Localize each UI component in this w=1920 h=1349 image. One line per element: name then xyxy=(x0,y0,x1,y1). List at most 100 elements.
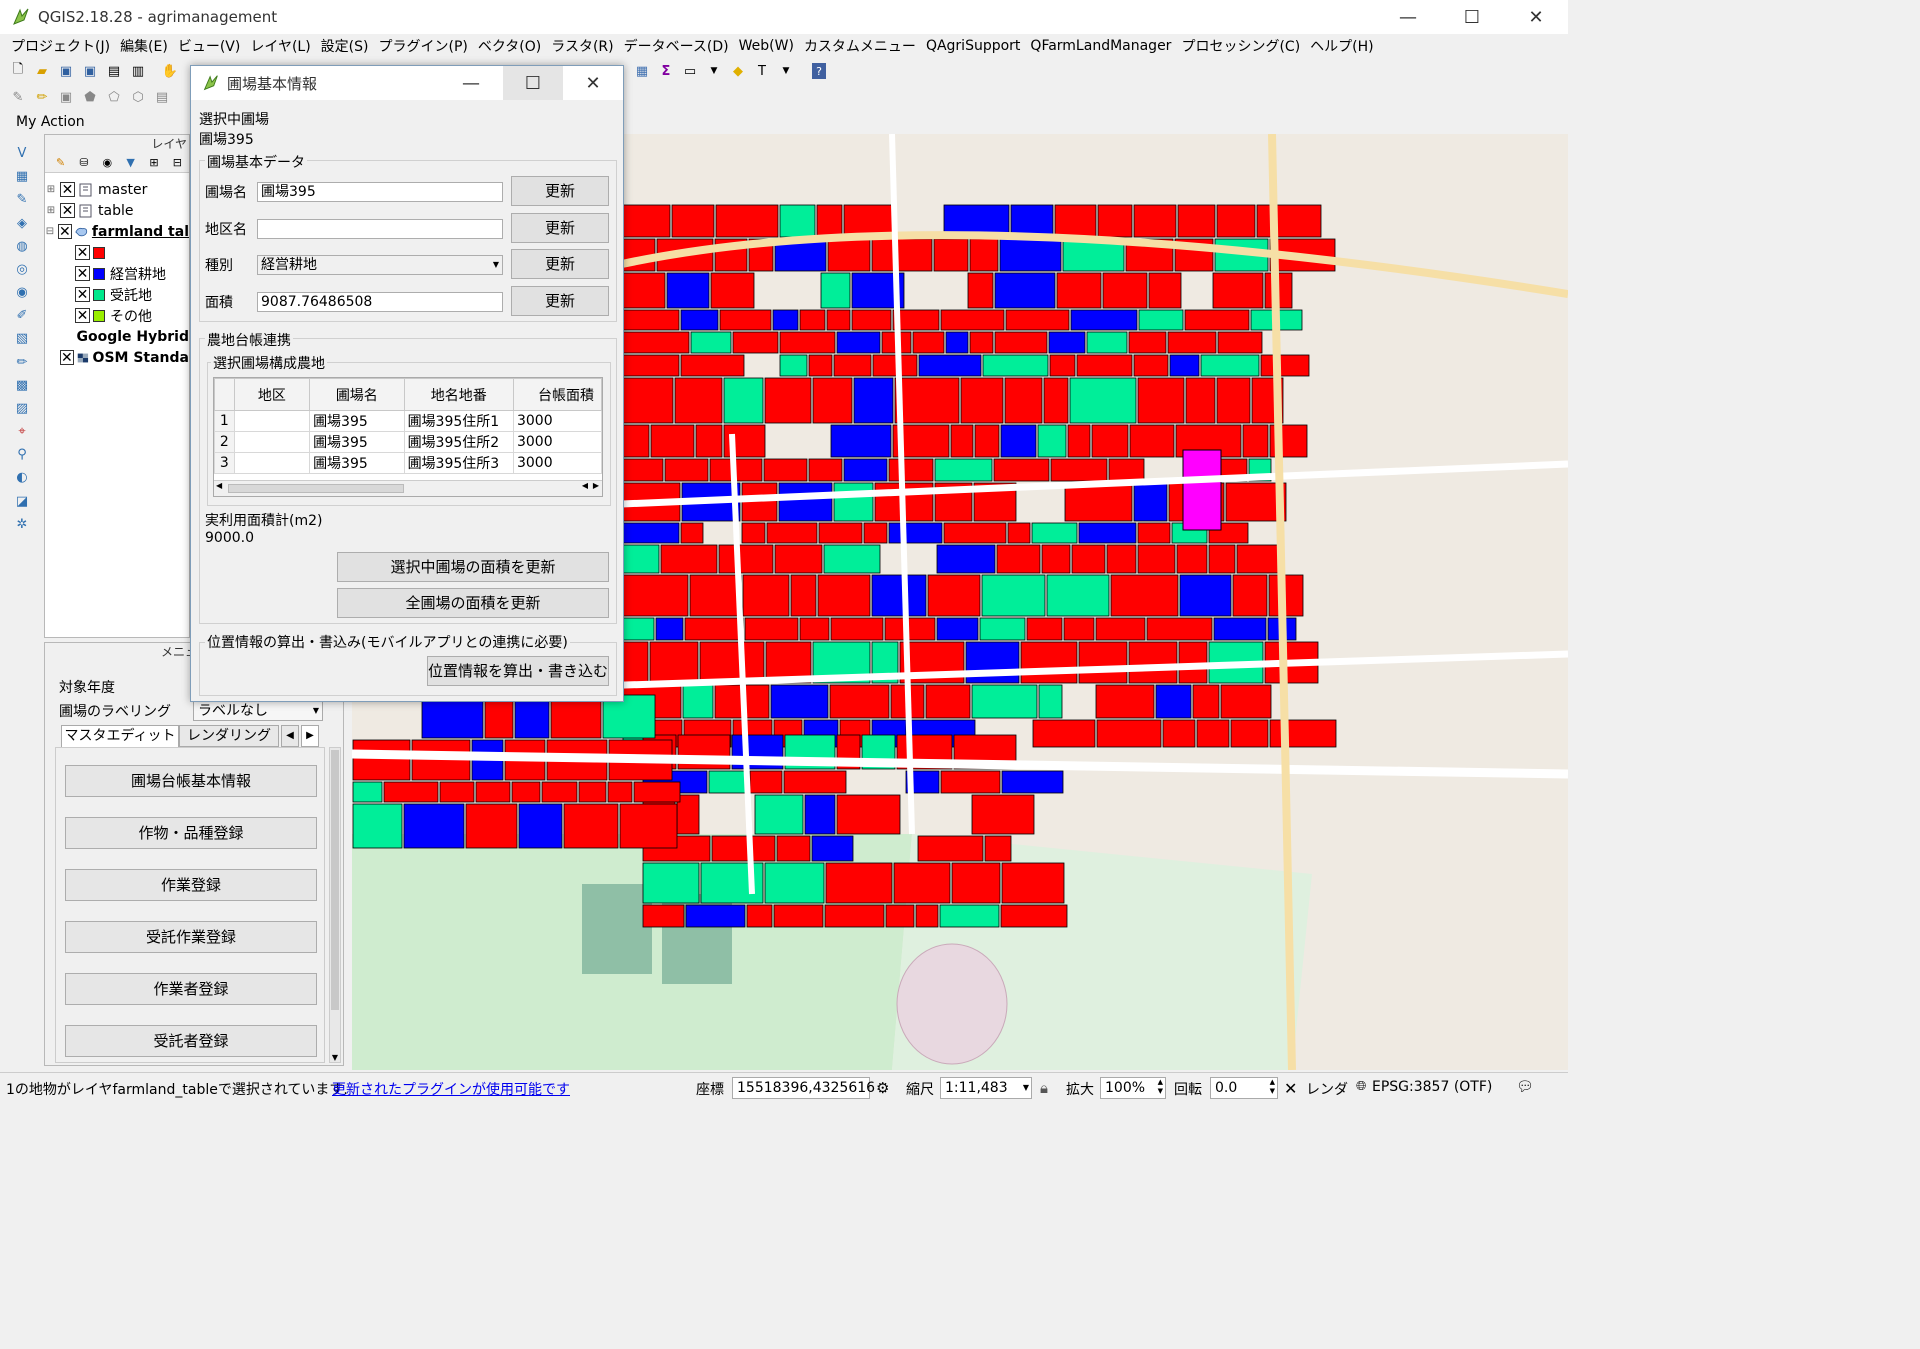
menu-plugins[interactable]: プラグイン(P) xyxy=(373,36,472,56)
lock-icon[interactable]: 🔒︎ xyxy=(1040,1079,1048,1097)
manage-visibility-icon[interactable]: ◉ xyxy=(98,153,117,173)
consigned-work-button[interactable]: 受託作業登録 xyxy=(65,921,317,953)
measure-icon[interactable]: ▭ xyxy=(680,61,700,81)
add-delimited-text-icon[interactable]: ✐ xyxy=(12,307,32,324)
menu-processing[interactable]: プロセッシング(C) xyxy=(1176,36,1305,56)
scroll-left-icon[interactable]: ◀ xyxy=(582,481,588,490)
add-raster-layer-icon[interactable]: ▦ xyxy=(12,168,32,185)
print-composer-icon[interactable]: ▤ xyxy=(104,61,124,81)
digitize-icon[interactable]: ✎ xyxy=(8,87,28,107)
update-field-name-button[interactable]: 更新 xyxy=(511,176,609,206)
cell-district[interactable] xyxy=(233,452,311,474)
close-button[interactable]: ✕ xyxy=(1504,0,1568,34)
scroll-left-icon[interactable]: ◀ xyxy=(216,481,222,490)
cell-area[interactable]: 3000 xyxy=(512,431,602,453)
collapse-icon[interactable]: ⊟ xyxy=(45,226,55,237)
menu-qfarmlandmanager[interactable]: QFarmLandManager xyxy=(1025,38,1176,54)
magnifier-spinbox[interactable]: 100% ▲ ▼ xyxy=(1100,1077,1166,1099)
save-edits-icon[interactable]: ▣ xyxy=(56,87,76,107)
dropdown-arrow-icon[interactable]: ▼ xyxy=(704,61,724,81)
delete-selected-icon[interactable]: ▤ xyxy=(152,87,172,107)
layer-visibility-checkbox[interactable]: ✕ xyxy=(57,224,72,239)
spin-arrows-icon[interactable]: ▲ ▼ xyxy=(1158,1078,1163,1096)
text-annotation-icon[interactable]: T xyxy=(752,61,772,81)
legend-item-checkbox[interactable]: ✕ xyxy=(75,266,90,281)
dialog-minimize-button[interactable]: — xyxy=(441,66,501,100)
field-name-input[interactable]: 圃場395 xyxy=(257,182,503,202)
dock-scrollbar[interactable]: ▼ xyxy=(329,747,341,1063)
plugin-tool-icon[interactable]: ◐ xyxy=(12,469,32,486)
scroll-down-icon[interactable]: ▼ xyxy=(330,1053,340,1062)
cell-address[interactable]: 圃場395住所1 xyxy=(403,410,514,432)
style-icon[interactable]: ✎ xyxy=(51,153,70,173)
column-header-area[interactable]: 台帳面積 xyxy=(512,378,602,411)
expand-icon[interactable]: ⊞ xyxy=(45,184,57,195)
new-shapefile-icon[interactable]: ✏ xyxy=(12,354,32,371)
crs-status[interactable]: EPSG:3857 (OTF) xyxy=(1372,1079,1492,1095)
crop-variety-button[interactable]: 作物・品種登録 xyxy=(65,817,317,849)
update-selected-area-button[interactable]: 選択中圃場の面積を更新 xyxy=(337,552,609,582)
add-spatialite-layer-icon[interactable]: ◈ xyxy=(12,215,32,232)
scroll-right-icon[interactable]: ▶ xyxy=(593,481,599,490)
layer-google-hybrid[interactable]: Google Hybrid xyxy=(45,326,189,347)
pan-icon[interactable]: ✋ xyxy=(160,61,180,81)
menu-qagrisupport[interactable]: QAgriSupport xyxy=(921,38,1025,54)
field-calculator-icon[interactable]: ▦ xyxy=(632,61,652,81)
table-row[interactable]: 3 圃場395 圃場395住所3 3000 xyxy=(214,452,602,474)
scale-select[interactable]: 1:11,483 ▼ xyxy=(940,1077,1032,1099)
add-wms-layer-icon[interactable]: ◍ xyxy=(12,238,32,255)
coordinate-field[interactable]: 15518396,4325616 xyxy=(732,1077,875,1099)
menu-settings[interactable]: 設定(S) xyxy=(316,36,374,56)
menu-help[interactable]: ヘルプ(H) xyxy=(1305,36,1378,56)
legend-item-checkbox[interactable]: ✕ xyxy=(75,287,90,302)
new-gpx-icon[interactable]: ▨ xyxy=(12,400,32,417)
filter-legend-icon[interactable]: ▼ xyxy=(121,153,140,173)
legend-item-checkbox[interactable]: ✕ xyxy=(75,308,90,323)
open-project-icon[interactable]: ▰ xyxy=(32,61,52,81)
dialog-maximize-button[interactable]: ☐ xyxy=(503,66,563,100)
area-input[interactable]: 9087.76486508 xyxy=(257,292,503,312)
district-input[interactable] xyxy=(257,219,503,239)
toggle-edit-icon[interactable]: ✏ xyxy=(32,87,52,107)
cell-address[interactable]: 圃場395住所2 xyxy=(403,431,514,453)
ledger-horizontal-scrollbar[interactable]: ◀ ◀ ▶ xyxy=(214,480,602,496)
dropdown-arrow-icon[interactable]: ▼ xyxy=(776,61,796,81)
compute-position-button[interactable]: 位置情報を算出・書き込む xyxy=(427,656,609,686)
layer-master[interactable]: ⊞ ✕ master xyxy=(45,179,189,200)
work-register-button[interactable]: 作業登録 xyxy=(65,869,317,901)
new-spatialite-icon[interactable]: ▩ xyxy=(12,377,32,394)
cell-district[interactable] xyxy=(233,410,311,432)
cell-field[interactable]: 圃場395 xyxy=(309,431,405,453)
plugin-update-link[interactable]: 更新されたプラグインが使用可能です xyxy=(332,1079,570,1099)
legend-item-managed[interactable]: ✕ 経営耕地 xyxy=(45,263,189,284)
ledger-table[interactable]: 地区 圃場名 地名地番 台帳面積 1 圃場395 圃場395住所1 3000 2 xyxy=(213,377,603,497)
update-area-button[interactable]: 更新 xyxy=(511,286,609,316)
expand-icon[interactable]: ⊞ xyxy=(45,205,57,216)
layer-osm-standard[interactable]: ✕ OSM Standa xyxy=(45,347,189,368)
contractor-register-button[interactable]: 受託者登録 xyxy=(65,1025,317,1057)
update-all-area-button[interactable]: 全圃場の面積を更新 xyxy=(337,588,609,618)
legend-item-unlabeled[interactable]: ✕ xyxy=(45,242,189,263)
help-icon[interactable]: ? xyxy=(812,63,826,79)
layer-table[interactable]: ⊞ ✕ table xyxy=(45,200,189,221)
table-row[interactable]: 1 圃場395 圃場395住所1 3000 xyxy=(214,410,602,432)
add-postgis-layer-icon[interactable]: ✎ xyxy=(12,191,32,208)
composer-manager-icon[interactable]: ▥ xyxy=(128,61,148,81)
update-district-button[interactable]: 更新 xyxy=(511,213,609,243)
add-group-icon[interactable]: ⛁ xyxy=(74,153,93,173)
legend-item-checkbox[interactable]: ✕ xyxy=(75,245,90,260)
cell-district[interactable] xyxy=(233,431,311,453)
layer-visibility-checkbox[interactable] xyxy=(63,329,73,344)
georeferencer-icon[interactable]: ⚲ xyxy=(12,446,32,463)
add-feature-icon[interactable]: ⬟ xyxy=(80,87,100,107)
cell-field[interactable]: 圃場395 xyxy=(309,452,405,474)
menu-vector[interactable]: ベクタ(O) xyxy=(473,36,546,56)
farmland-ledger-button[interactable]: 圃場台帳基本情報 xyxy=(65,765,317,797)
tab-master-edit[interactable]: マスタエディット xyxy=(61,725,179,747)
column-header-address[interactable]: 地名地番 xyxy=(403,378,514,411)
toggle-extents-icon[interactable]: ⚙ xyxy=(876,1079,889,1097)
menu-custom[interactable]: カスタムメニュー xyxy=(799,36,921,56)
add-vector-layer-icon[interactable]: V xyxy=(12,145,32,162)
save-as-icon[interactable]: ▣ xyxy=(80,61,100,81)
collapse-all-icon[interactable]: ⊟ xyxy=(168,153,187,173)
